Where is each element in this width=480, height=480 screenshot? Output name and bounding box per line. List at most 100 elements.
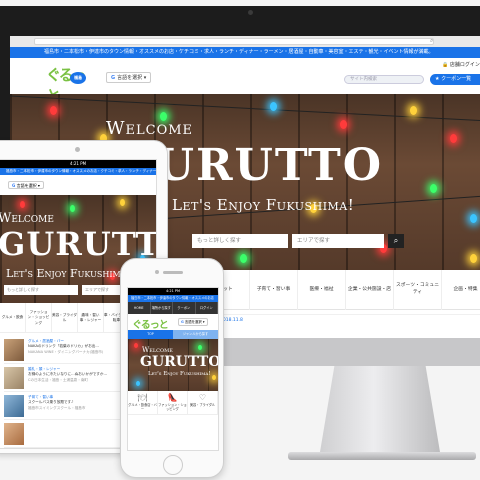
light-bulb — [50, 106, 57, 115]
site-intro-bar: 福島市・二本松市・伊達市のタウン情報・オススメのお店・クチコミ・求人・ランチ・デ… — [0, 168, 156, 175]
light-bulb — [430, 184, 437, 193]
hero-welcome: Welcome — [0, 211, 54, 226]
light-bulb — [198, 345, 202, 350]
detail-search-input[interactable]: もっと詳しく探す — [192, 234, 288, 248]
category-item[interactable]: ファッション・ショッピング — [26, 303, 52, 333]
hero-tagline: Let's Enjoy Fukushima! — [6, 267, 131, 280]
post-text: 子育て・習い事 スクールバス乗り放題です♪ 福島市スイミングスクール・福島市 — [28, 395, 128, 411]
logo-badge: 福島 — [70, 72, 86, 84]
phone-screen: 4:21 PM 福島市・二本松市・伊達市のタウン情報・オススメのお店 HOME … — [127, 287, 219, 451]
light-bulb — [450, 134, 457, 143]
hero-tagline: Let's Enjoy Fukushima! — [172, 196, 355, 214]
genre-label: 美容・ブライダル — [189, 403, 216, 407]
mobile-nav: HOME 場所から探す クーポン ログイン — [128, 302, 218, 314]
site-logo[interactable]: ぐるっと 福島 — [46, 64, 90, 105]
tab-genre[interactable]: ジャンルから探す — [173, 330, 218, 339]
status-bar: 4:21 PM — [128, 288, 218, 295]
post-text: 婚礼・頭・レジャー お鍋のように冷たいなりに…ぬおいかがですか… Cの日本生活・… — [28, 367, 128, 383]
google-icon: G — [111, 75, 116, 81]
device-mockup-scene: ⌕ 福島市・二本松市・伊達市のタウン情報・オススメのお店・ケチコミ・求人・ランチ… — [0, 0, 480, 480]
search-icon: ⌕ — [393, 236, 399, 245]
light-bulb — [470, 214, 477, 223]
post-meta: NAKANA WINE・ダイニングバーナカ(福島市) — [28, 349, 104, 354]
language-selector[interactable]: G 言語を選択 ▾ — [106, 72, 152, 83]
tablet-camera — [75, 147, 80, 152]
hero-tagline: Let's Enjoy Fukushima! — [148, 371, 211, 377]
detail-search-input[interactable]: もっと詳しく探す — [4, 285, 78, 295]
site-header: ぐるっと 福島 G言語を選択 ▾ 🔒 店舗ログイン サイト内検索 ★ クーポン一… — [10, 58, 480, 105]
browser-toolbar: ⌕ — [10, 36, 480, 47]
genre-label: ファッション・ショッピング — [158, 403, 187, 412]
light-bulb — [136, 381, 140, 386]
hero-title: GURUTTO — [140, 354, 218, 370]
site-logo[interactable]: ぐるっと — [132, 316, 169, 331]
hero-welcome: Welcome — [106, 118, 194, 139]
dining-icon: 🍽 — [137, 393, 148, 402]
genre-label: グルメ・飲食店・バー — [128, 403, 157, 412]
nav-coupon[interactable]: クーポン — [173, 302, 196, 314]
status-bar: 4:21 PM — [0, 160, 156, 168]
light-bulb — [470, 254, 477, 263]
lock-icon: 🔒 — [442, 62, 449, 68]
post-thumbnail — [4, 423, 24, 445]
area-search-input[interactable]: エリアで探す — [292, 234, 384, 248]
light-bulb — [134, 343, 138, 348]
light-bulb — [240, 254, 247, 263]
search-icon[interactable]: ⌕ — [430, 37, 433, 45]
light-bulb — [270, 102, 277, 111]
heart-icon: ♡ — [198, 393, 207, 402]
light-bulb — [120, 199, 125, 206]
category-item[interactable]: スポーツ・コミュニティ — [394, 270, 442, 310]
category-item[interactable]: 子育て・習い事 — [250, 270, 298, 310]
phone-speaker — [163, 271, 183, 274]
category-item[interactable]: 医療・福祉 — [298, 270, 346, 310]
light-bulb — [410, 106, 417, 115]
monitor-stand-base — [288, 452, 476, 460]
phone-camera — [155, 270, 159, 274]
site-search-input[interactable]: サイト内検索 — [344, 75, 424, 84]
light-bulb — [70, 205, 75, 212]
post-text: グルメ・居酒屋・バー NAKAのドリンク「若葉のドリカ」がお出... NAKAN… — [28, 339, 128, 355]
category-item[interactable]: 趣味・習い事・レジャー — [78, 303, 104, 333]
language-selector[interactable]: G 言語を選択 ▾ — [178, 318, 208, 326]
language-label: 言語を選択 — [184, 320, 202, 324]
light-bulb — [20, 201, 25, 208]
category-item[interactable]: 企業・公共施設・店 — [346, 270, 394, 310]
site-header: G 言語を選択 ▾ — [0, 175, 156, 195]
store-login-link[interactable]: 🔒 店舗ログイン — [442, 61, 480, 68]
site-intro-bar: 福島市・二本松市・伊達市のタウン情報・オススメのお店・ケチコミ・求人・ランチ・デ… — [10, 47, 480, 58]
nav-place-search[interactable]: 場所から探す — [151, 302, 173, 314]
genre-fashion[interactable]: 👠 ファッション・ショッピング — [158, 391, 188, 414]
category-item[interactable]: 美容・ブライダル — [52, 303, 78, 333]
google-icon: G — [12, 183, 16, 188]
post-meta: Cの日本生活・福島・土浦温泉・南町 — [28, 377, 89, 382]
hero-banner: Welcome GURUTTO Let's Enjoy Fukushima! — [128, 339, 218, 391]
login-label: 店舗ログイン — [449, 62, 480, 68]
webcam — [248, 10, 253, 15]
address-bar[interactable] — [34, 38, 434, 45]
post-thumbnail — [4, 339, 24, 361]
language-label: 言語を選択 — [16, 183, 37, 188]
post-meta: 福島市スイミングスクール・福島市 — [28, 405, 86, 410]
nav-login[interactable]: ログイン — [196, 302, 218, 314]
site-intro-bar: 福島市・二本松市・伊達市のタウン情報・オススメのお店 — [128, 295, 218, 302]
light-bulb — [212, 375, 216, 380]
home-button[interactable] — [163, 455, 183, 475]
hero-welcome: Welcome — [142, 346, 173, 354]
category-item[interactable]: グルメ・飲食 — [0, 303, 26, 333]
category-item[interactable]: 企画・特集 — [442, 270, 480, 310]
language-label: 言語を選択 — [117, 75, 143, 81]
monitor-stand — [320, 366, 440, 452]
genre-beauty[interactable]: ♡ 美容・ブライダル — [188, 391, 218, 414]
genre-gourmet[interactable]: 🍽 グルメ・飲食店・バー — [128, 391, 158, 414]
light-bulb — [340, 120, 347, 129]
search-submit-button[interactable]: ⌕ — [388, 234, 404, 248]
language-selector[interactable]: G 言語を選択 ▾ — [8, 181, 44, 189]
nav-home[interactable]: HOME — [128, 302, 151, 314]
post-thumbnail — [4, 367, 24, 389]
coupon-list-button[interactable]: ★ クーポン一覧 — [430, 74, 480, 85]
genre-grid: 🍽 グルメ・飲食店・バー 👠 ファッション・ショッピング ♡ 美容・ブライダル — [128, 391, 218, 415]
phone-device: 4:21 PM 福島市・二本松市・伊達市のタウン情報・オススメのお店 HOME … — [120, 258, 224, 478]
tab-top[interactable]: TOP — [128, 330, 173, 339]
post-thumbnail — [4, 395, 24, 417]
